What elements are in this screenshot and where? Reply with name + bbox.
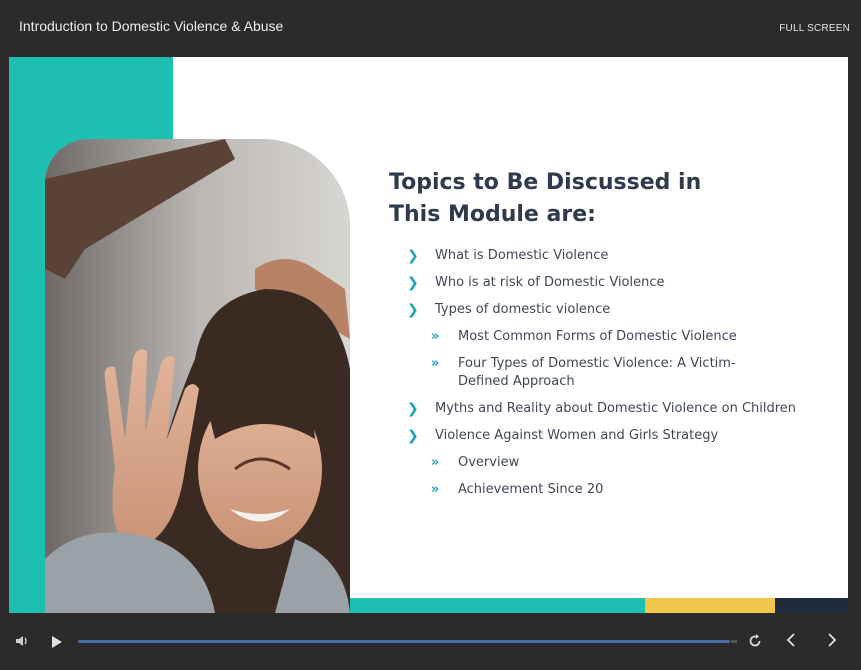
player-controls	[0, 613, 861, 670]
topic-item: » Most Common Forms of Domestic Violence	[405, 328, 825, 346]
topic-item: » Achievement Since 20	[405, 481, 825, 499]
double-chevron-right-icon: »	[431, 329, 440, 344]
progress-track[interactable]	[731, 640, 737, 643]
fullscreen-button[interactable]: FULL SCREEN	[779, 23, 850, 34]
slide-heading-line2: This Module are:	[389, 202, 596, 227]
double-chevron-right-icon: »	[431, 356, 440, 371]
topic-item: ❯ Violence Against Women and Girls Strate…	[405, 427, 825, 445]
top-bar: Introduction to Domestic Violence & Abus…	[0, 0, 861, 57]
footer-bar-navy	[775, 598, 848, 613]
footer-bar-teal	[350, 598, 645, 613]
slide-heading: Topics to Be Discussed in This Module ar…	[389, 167, 719, 231]
topic-text: Achievement Since 20	[458, 482, 604, 497]
topic-item: ❯ Who is at risk of Domestic Violence	[405, 274, 825, 292]
topic-item: » Overview	[405, 454, 825, 472]
course-title: Introduction to Domestic Violence & Abus…	[19, 18, 284, 34]
topic-text: Most Common Forms of Domestic Violence	[458, 329, 737, 344]
chevron-right-icon: ❯	[407, 302, 419, 318]
topic-item: ❯ What is Domestic Violence	[405, 247, 825, 265]
chevron-right-icon: ❯	[407, 248, 419, 264]
topic-text: What is Domestic Violence	[435, 248, 609, 263]
topic-text: Who is at risk of Domestic Violence	[435, 275, 665, 290]
footer-bar-yellow	[645, 598, 775, 613]
chevron-right-icon: ❯	[407, 428, 419, 444]
next-icon[interactable]	[826, 632, 838, 652]
topic-text: Myths and Reality about Domestic Violenc…	[435, 401, 797, 416]
double-chevron-right-icon: »	[431, 482, 440, 497]
slide-photo	[45, 139, 350, 613]
slide-heading-line1: Topics to Be Discussed in	[389, 170, 702, 195]
topic-text: Types of domestic violence	[435, 302, 611, 317]
previous-icon[interactable]	[785, 632, 797, 652]
progress-bar[interactable]	[78, 640, 731, 643]
chevron-right-icon: ❯	[407, 275, 419, 291]
double-chevron-right-icon: »	[431, 455, 440, 470]
replay-icon[interactable]	[747, 633, 763, 653]
volume-icon[interactable]	[14, 633, 30, 653]
slide-canvas: Topics to Be Discussed in This Module ar…	[9, 57, 848, 613]
topic-text: Overview	[458, 455, 520, 470]
topic-text: Four Types of Domestic Violence: A Victi…	[458, 356, 736, 389]
photo-illustration	[45, 139, 350, 613]
topic-item: ❯ Myths and Reality about Domestic Violen…	[405, 400, 825, 418]
topic-text: Violence Against Women and Girls Strateg…	[435, 428, 719, 443]
play-icon[interactable]	[51, 634, 63, 653]
topic-item: ❯ Types of domestic violence	[405, 301, 825, 319]
chevron-right-icon: ❯	[407, 401, 419, 417]
topic-list: ❯ What is Domestic Violence ❯ Who is at ris…	[405, 247, 825, 508]
topic-item: » Four Types of Domestic Violence: A Vict…	[405, 355, 825, 391]
